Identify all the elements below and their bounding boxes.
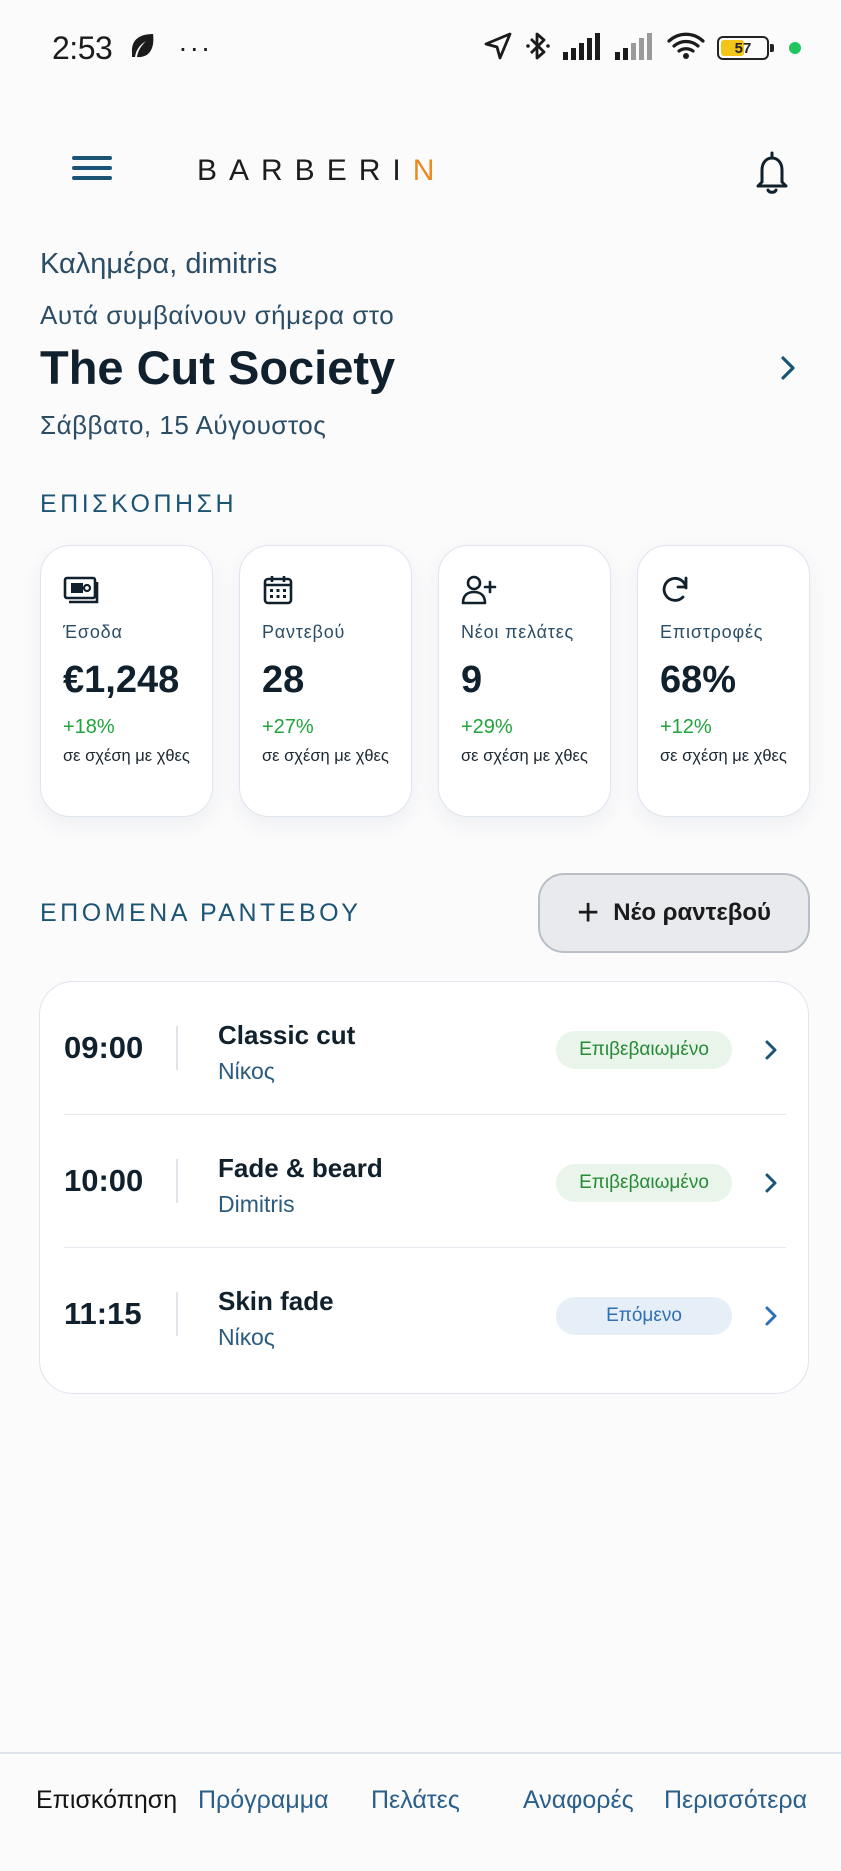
current-date: Σάββατο, 15 Αύγουστος [40,410,327,440]
leaf-icon [128,31,158,66]
bell-icon[interactable] [750,148,794,196]
appointment-client: Νίκος [218,1058,275,1084]
appointment-time: 09:00 [64,1030,144,1065]
stat-card-returns[interactable]: Επιστροφές 68% +12% σε σχέση με χθες [637,545,810,817]
stat-change: +29% [461,716,513,738]
stat-change: +18% [63,716,115,738]
app-logo: BARBERIN [197,154,446,188]
status-badge: Επιβεβαιωμένο [556,1164,732,1202]
status-badge: Επόμενο [556,1297,732,1335]
divider [176,1026,178,1070]
nav-item-more[interactable]: Περισσότερα [664,1786,807,1815]
hamburger-menu-icon[interactable] [68,150,116,194]
status-time: 2:53 [52,29,113,66]
user-plus-icon [461,574,497,606]
stat-compare: σε σχέση με χθες [262,747,389,765]
status-bar: 2:53 ··· 57 [0,0,841,96]
logo-text: BARBERI [197,154,413,187]
bluetooth-icon [525,30,551,67]
stat-change: +12% [660,716,712,738]
more-notifications-icon: ··· [178,32,213,63]
privacy-indicator-dot [789,42,801,54]
nav-item-reports[interactable]: Αναφορές [523,1786,634,1815]
stat-compare: σε σχέση με χθες [660,747,787,765]
logo-accent: N [412,154,447,187]
stats-row: Έσοδα €1,248 +18% σε σχέση με χθες Ραντε… [40,545,810,817]
stat-compare: σε σχέση με χθες [63,747,190,765]
location-arrow-icon [483,31,513,66]
stat-label: Επιστροφές [660,622,764,642]
stat-value: 28 [262,659,305,701]
stat-card-new-clients[interactable]: Νέοι πελάτες 9 +29% σε σχέση με χθες [438,545,611,817]
app-bar: BARBERIN [0,140,841,204]
bottom-navigation: Επισκόπηση Πρόγραμμα Πελάτες Αναφορές Πε… [0,1752,841,1871]
stat-value: 9 [461,659,483,701]
plus-icon: + [576,892,600,934]
nav-item-schedule[interactable]: Πρόγραμμα [198,1786,329,1815]
appointments-list: 09:00 Classic cut Νίκος Επιβεβαιωμένο 10… [39,981,809,1394]
nav-item-overview[interactable]: Επισκόπηση [36,1786,177,1815]
stat-compare: σε σχέση με χθες [461,747,588,765]
divider [176,1292,178,1336]
greeting: Καλημέρα, dimitris [40,248,278,280]
battery-icon: 57 [717,36,774,60]
money-icon [63,574,99,606]
new-appointment-label: Νέο ραντεβού [613,899,772,926]
appointment-time: 11:15 [64,1296,142,1331]
appointment-row[interactable]: 11:15 Skin fade Νίκος Επόμενο [64,1248,786,1381]
chevron-right-icon[interactable] [756,1035,786,1065]
divider [176,1159,178,1203]
stat-card-revenue[interactable]: Έσοδα €1,248 +18% σε σχέση με χθες [40,545,213,817]
refresh-icon [660,574,696,606]
appointment-service: Fade & beard [218,1153,383,1183]
subline: Αυτά συμβαίνουν σήμερα στο [40,300,395,330]
stat-label: Νέοι πελάτες [461,622,575,642]
stat-value: 68% [660,659,737,701]
stat-change: +27% [262,716,314,738]
shop-name[interactable]: The Cut Society [40,340,395,395]
upcoming-section-title: ΕΠΟΜΕΝΑ ΡΑΝΤΕΒΟΥ [40,899,362,927]
appointment-service: Skin fade [218,1286,334,1316]
calendar-icon [262,574,298,606]
chevron-right-icon[interactable] [756,1168,786,1198]
wifi-icon [667,31,705,66]
stat-label: Έσοδα [63,622,123,642]
signal-weak-icon [615,32,655,65]
battery-text: 57 [734,39,752,57]
signal-strong-icon [563,32,603,65]
appointment-client: Dimitris [218,1191,295,1217]
stat-value: €1,248 [63,659,180,701]
overview-section-title: ΕΠΙΣΚΟΠΗΣΗ [40,490,238,518]
chevron-right-icon[interactable] [756,1301,786,1331]
status-badge: Επιβεβαιωμένο [556,1031,732,1069]
appointment-row[interactable]: 09:00 Classic cut Νίκος Επιβεβαιωμένο [64,982,786,1115]
appointment-time: 10:00 [64,1163,144,1198]
stat-card-appointments[interactable]: Ραντεβού 28 +27% σε σχέση με χθες [239,545,412,817]
stat-label: Ραντεβού [262,622,346,642]
appointment-row[interactable]: 10:00 Fade & beard Dimitris Επιβεβαιωμέν… [64,1115,786,1248]
nav-item-clients[interactable]: Πελάτες [371,1786,460,1815]
appointment-service: Classic cut [218,1020,356,1050]
new-appointment-button[interactable]: + Νέο ραντεβού [538,873,810,953]
appointment-client: Νίκος [218,1324,275,1350]
shop-chevron-right-icon[interactable] [770,350,806,386]
